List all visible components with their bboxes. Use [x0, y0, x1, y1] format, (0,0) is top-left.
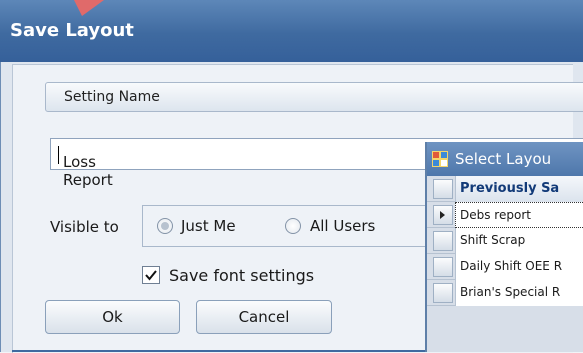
layout-name-cell[interactable]: Daily Shift OEE R: [455, 254, 583, 280]
ok-button[interactable]: Ok: [45, 300, 180, 334]
setting-name-value: Loss Report: [57, 146, 113, 189]
cancel-button[interactable]: Cancel: [196, 300, 332, 334]
visible-to-label: Visible to: [50, 218, 119, 236]
layout-name-cell[interactable]: Shift Scrap: [455, 228, 583, 254]
radio-just-me-label[interactable]: Just Me: [181, 217, 236, 235]
layout-name-cell[interactable]: Debs report: [455, 202, 583, 228]
grid-header-row: Previously Sa: [427, 176, 583, 202]
pointer-arrow-icon: [74, 0, 104, 16]
save-font-label[interactable]: Save font settings: [169, 266, 314, 285]
window-grid-icon: [432, 151, 448, 167]
checkmark-icon: [145, 270, 157, 281]
layout-name-cell[interactable]: Brian's Special R: [455, 280, 583, 306]
setting-name-group-header: Setting Name: [45, 82, 583, 112]
row-header-cell: [433, 179, 453, 199]
row-indicator: [433, 231, 453, 251]
row-indicator: [433, 283, 453, 303]
save-font-checkbox[interactable]: [142, 266, 160, 284]
text-caret: [58, 146, 59, 164]
select-layout-window: Select Layou Previously Sa Debs report S…: [425, 142, 583, 352]
group-header-label: Setting Name: [64, 89, 160, 105]
select-layout-title: Select Layou: [455, 150, 552, 168]
radio-all-users[interactable]: [285, 218, 301, 234]
row-indicator: [433, 257, 453, 277]
radio-all-users-label[interactable]: All Users: [310, 217, 375, 235]
select-layout-title-bar[interactable]: Select Layou: [427, 142, 583, 176]
table-row[interactable]: Brian's Special R: [427, 280, 583, 306]
table-row[interactable]: Daily Shift OEE R: [427, 254, 583, 280]
table-row[interactable]: Shift Scrap: [427, 228, 583, 254]
dialog-title: Save Layout: [10, 20, 134, 41]
row-pointer-icon: [433, 205, 453, 225]
column-header-previously-saved[interactable]: Previously Sa: [455, 176, 583, 202]
radio-just-me[interactable]: [157, 218, 173, 234]
table-row[interactable]: Debs report: [427, 202, 583, 228]
